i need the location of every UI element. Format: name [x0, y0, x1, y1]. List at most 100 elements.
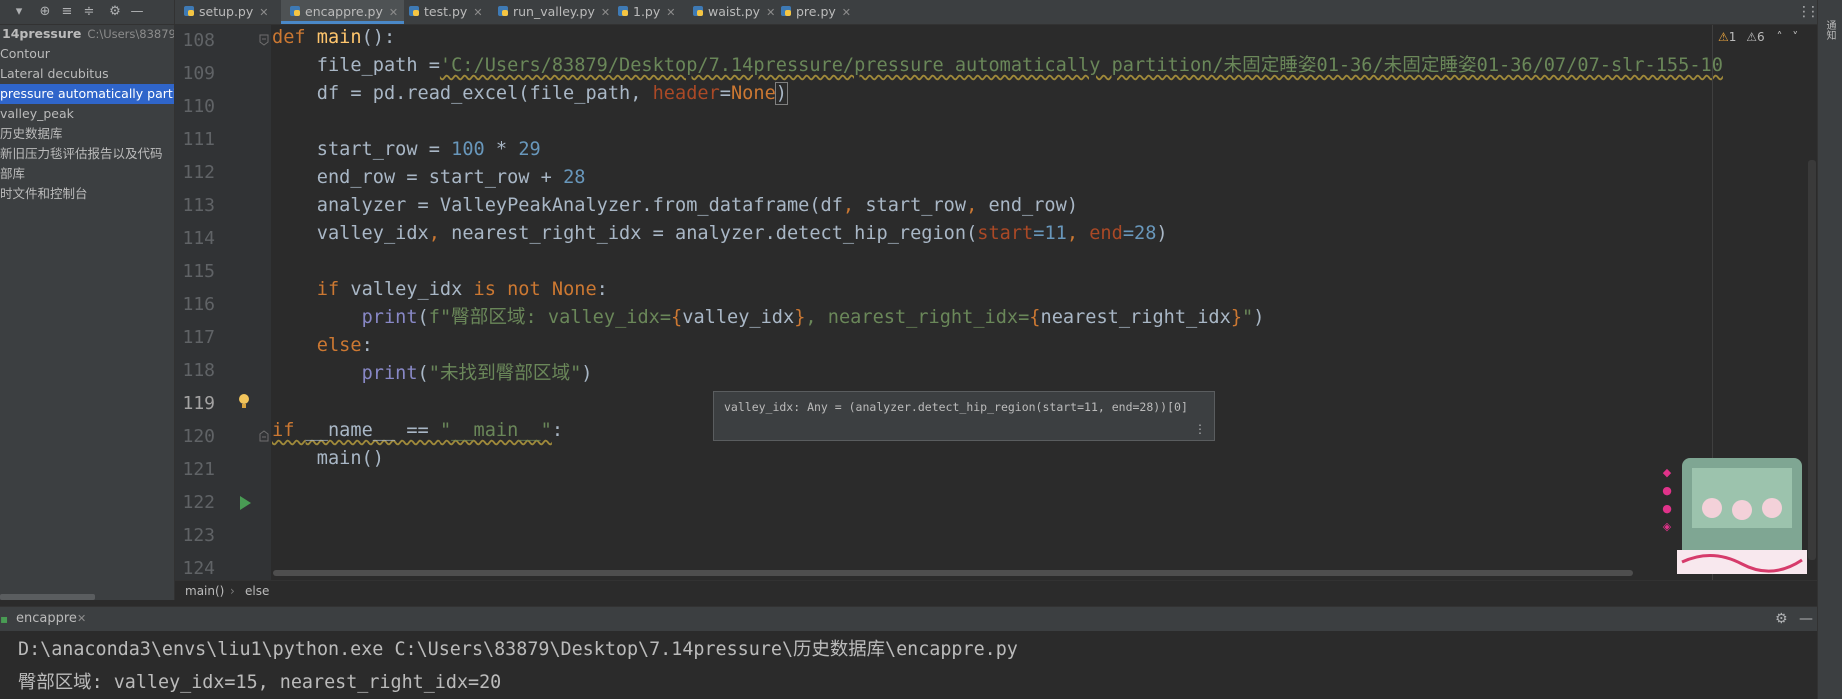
code-line: valley_idx, nearest_right_idx = analyzer… [272, 217, 1168, 250]
close-icon[interactable]: ✕ [259, 6, 268, 19]
number-literal: =28 [1122, 223, 1157, 244]
code-text: : [551, 420, 564, 441]
python-file-icon [409, 6, 419, 16]
tree-item-label: 历史数据库 [0, 126, 63, 141]
tab-encappre-py[interactable]: encappre.py ✕ [281, 0, 405, 24]
tree-item-pressure-partition[interactable]: pressure automatically partiti [0, 84, 174, 104]
dropdown-arrow-icon[interactable]: ▾ [10, 2, 28, 22]
tree-item-valley-peak[interactable]: valley_peak [0, 104, 174, 124]
tab-label: run_valley.py [513, 4, 595, 19]
chevron-down-icon[interactable]: ˅ [1792, 30, 1798, 44]
sticker-icon[interactable]: ◆ [1660, 466, 1674, 484]
expand-all-icon[interactable]: ≡ [58, 2, 76, 22]
python-file-icon [290, 6, 300, 16]
tree-item-label: 新旧压力毯评估报告以及代码 [0, 146, 163, 161]
line-number: 111 [182, 129, 215, 150]
minimize-icon[interactable]: — [128, 2, 146, 22]
notifications-tool-button[interactable]: 通知 [1823, 20, 1837, 40]
breadcrumb-item[interactable]: main() [185, 581, 224, 602]
fold-icon[interactable] [259, 34, 269, 46]
tree-horizontal-scrollbar[interactable] [0, 594, 95, 600]
keyword: if [272, 420, 306, 441]
project-tree: 14pressure C:\Users\83879\De Contour Late… [0, 24, 174, 204]
chevron-up-icon[interactable]: ˄ [1776, 30, 1782, 44]
run-tab-label[interactable]: encappre [16, 607, 77, 631]
run-icon[interactable] [238, 495, 252, 511]
code-text: ) [1156, 223, 1168, 244]
line-number: 115 [182, 261, 215, 282]
close-icon[interactable]: ✕ [77, 607, 86, 631]
tab-waist-py[interactable]: waist.py ✕ [684, 0, 781, 24]
code-text: * [484, 139, 519, 160]
python-file-icon [693, 6, 703, 16]
number-literal: =11 [1033, 223, 1067, 244]
tab-setup-py[interactable]: setup.py ✕ [175, 0, 275, 24]
tree-item-external-libs[interactable]: 部库 [0, 164, 174, 184]
close-icon[interactable]: ✕ [473, 6, 482, 19]
minimize-icon[interactable]: — [1799, 607, 1813, 631]
close-icon[interactable]: ✕ [842, 6, 851, 19]
console-line: D:\anaconda3\envs\liu1\python.exe C:\Use… [18, 639, 1018, 660]
collapse-all-icon[interactable]: ≑ [80, 2, 98, 22]
tree-item-label: pressure automatically partiti [0, 86, 174, 101]
tab-pre-py[interactable]: pre.py ✕ [772, 0, 857, 24]
editor-horizontal-scrollbar[interactable] [273, 570, 1633, 576]
sticker-icon[interactable]: ● [1660, 484, 1674, 502]
close-icon[interactable]: ✕ [389, 6, 398, 19]
param-name: header [652, 83, 720, 104]
tree-root[interactable]: 14pressure C:\Users\83879\De [0, 24, 174, 44]
sticker-icon[interactable]: ● [1660, 502, 1674, 520]
string-literal: " [1242, 307, 1254, 328]
keyword: else [272, 335, 362, 356]
code-text: ( [417, 363, 429, 384]
string-literal: "__main__" [439, 420, 552, 441]
inspection-widget[interactable]: ⚠1 ⚠6 ˄ ˅ [1718, 30, 1798, 46]
gear-icon[interactable]: ⚙ [106, 2, 124, 22]
sticker-icon[interactable]: ◈ [1660, 520, 1674, 538]
function-name: main [316, 27, 362, 48]
tab-run-valley-py[interactable]: run_valley.py ✕ [489, 0, 616, 24]
more-options-icon[interactable]: ⋮ [1806, 2, 1820, 22]
code-text: ) [581, 363, 593, 384]
tab-test-py[interactable]: test.py ✕ [400, 0, 489, 24]
code-text: { [1029, 307, 1041, 328]
tree-item-history-db[interactable]: 历史数据库 [0, 124, 174, 144]
python-file-icon [184, 6, 194, 16]
code-editor[interactable]: def main(): file_path ='C:/Users/83879/D… [272, 25, 1817, 580]
code-text: end_row) [988, 195, 1079, 216]
number-literal: 29 [518, 139, 541, 160]
code-text: nearest_right_idx [1040, 307, 1231, 328]
code-text: (): [361, 27, 396, 48]
lightbulb-icon[interactable] [237, 393, 251, 411]
quick-info-tooltip: valley_idx: Any = (analyzer.detect_hip_r… [713, 391, 1215, 441]
tree-root-name: 14pressure [2, 26, 82, 41]
code-line: df = pd.read_excel(file_path, header=Non… [272, 77, 788, 110]
fold-icon[interactable] [259, 430, 269, 442]
gear-icon[interactable]: ⚙ [1775, 607, 1788, 631]
breadcrumb-item[interactable]: else [245, 581, 269, 602]
locate-file-icon[interactable]: ⊕ [36, 2, 54, 22]
builtin-name: print [361, 363, 418, 384]
tab-label: pre.py [796, 4, 836, 19]
line-number: 108 [182, 30, 215, 51]
python-file-icon [498, 6, 508, 16]
editor-gutter: 108 109 110 111 112 113 114 115 116 117 … [175, 25, 271, 580]
project-toolbar: ▾ ⊕ ≡ ≑ ⚙ — [0, 0, 174, 25]
line-number: 123 [182, 525, 215, 546]
tree-item-label: Contour [0, 46, 50, 61]
line-number: 109 [182, 63, 215, 84]
tree-item-report[interactable]: 新旧压力毯评估报告以及代码 [0, 144, 174, 164]
tab-1-py[interactable]: 1.py ✕ [609, 0, 681, 24]
python-file-icon [618, 6, 628, 16]
param-name: end [1089, 223, 1123, 244]
warning-icon: ⚠ [1718, 30, 1729, 44]
more-options-icon[interactable]: ⋮ [1194, 422, 1206, 436]
tree-item-scratches[interactable]: 时文件和控制台 [0, 184, 174, 204]
tree-item-lateral-decubitus[interactable]: Lateral decubitus [0, 64, 174, 84]
run-console[interactable]: D:\anaconda3\envs\liu1\python.exe C:\Use… [0, 631, 1817, 699]
tree-item-contour[interactable]: Contour [0, 44, 174, 64]
code-line: print("未找到臀部区域") [272, 357, 593, 390]
line-number: 112 [182, 162, 215, 183]
close-icon[interactable]: ✕ [666, 6, 675, 19]
run-tool-header: ▪ encappre ✕ ⚙ — [0, 606, 1817, 632]
